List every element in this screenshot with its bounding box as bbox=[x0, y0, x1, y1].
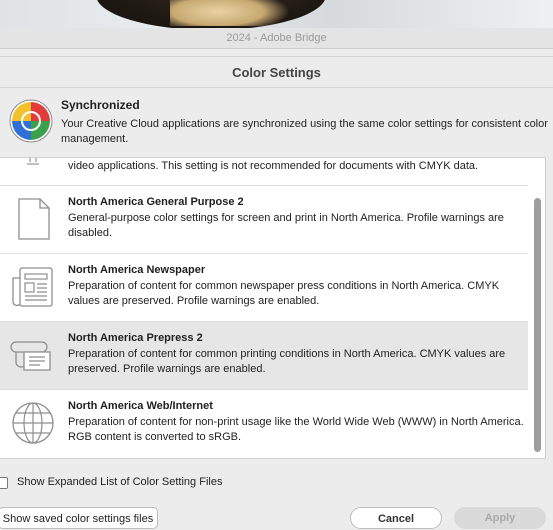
cancel-button[interactable]: Cancel bbox=[350, 507, 442, 529]
partial-item-description: video applications. This setting is not … bbox=[68, 160, 479, 172]
printing-press-icon bbox=[10, 341, 51, 371]
globe-icon bbox=[12, 402, 54, 444]
list-scrollbar[interactable] bbox=[531, 158, 544, 458]
partial-item-icon bbox=[27, 158, 39, 165]
item-description: Preparation of content for non-print usa… bbox=[68, 416, 524, 443]
color-sync-icon bbox=[9, 99, 53, 143]
item-description: Preparation of content for common newspa… bbox=[68, 280, 500, 307]
sync-status-description: Your Creative Cloud applications are syn… bbox=[61, 118, 548, 145]
list-item-prepress[interactable]: North America Prepress 2 Preparation of … bbox=[0, 322, 528, 390]
item-title: North America Web/Internet bbox=[68, 400, 213, 412]
window-title: 2024 - Adobe Bridge bbox=[0, 28, 553, 49]
color-settings-dialog: Color Settings Synchronized Your Creativ… bbox=[0, 56, 553, 529]
sync-status-title: Synchronized bbox=[61, 98, 140, 112]
show-saved-files-button[interactable]: Show saved color settings files bbox=[0, 507, 158, 529]
color-settings-list[interactable]: video applications. This setting is not … bbox=[0, 157, 546, 459]
item-description: Preparation of content for common printi… bbox=[68, 348, 506, 375]
document-icon bbox=[18, 198, 50, 240]
list-item-newspaper[interactable]: North America Newspaper Preparation of c… bbox=[0, 254, 528, 322]
dialog-title: Color Settings bbox=[232, 65, 321, 80]
item-title: North America Newspaper bbox=[68, 264, 206, 276]
background-photo bbox=[0, 0, 553, 28]
title-divider bbox=[0, 87, 553, 88]
item-title: North America Prepress 2 bbox=[68, 332, 203, 344]
apply-button[interactable]: Apply bbox=[454, 507, 546, 529]
expanded-list-checkbox[interactable] bbox=[0, 477, 8, 489]
item-title: North America General Purpose 2 bbox=[68, 196, 244, 208]
list-item-web-internet[interactable]: North America Web/Internet Preparation o… bbox=[0, 390, 528, 457]
expanded-list-label: Show Expanded List of Color Setting File… bbox=[17, 476, 223, 488]
newspaper-icon bbox=[12, 267, 53, 307]
item-description: General-purpose color settings for scree… bbox=[68, 212, 504, 239]
list-item-general-purpose[interactable]: North America General Purpose 2 General-… bbox=[0, 186, 528, 254]
photo-highlight bbox=[170, 0, 290, 26]
scrollbar-thumb[interactable] bbox=[534, 198, 541, 452]
